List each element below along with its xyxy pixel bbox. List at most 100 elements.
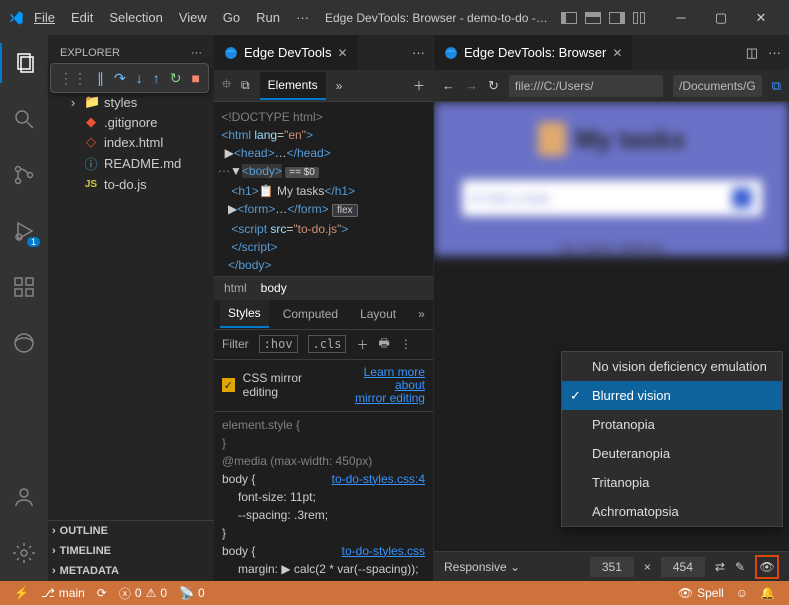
editor-more-icon[interactable]: ··· [412,45,425,60]
browser-devtools-icon[interactable]: ⧉ [772,78,781,94]
status-ports[interactable]: 📡0 [173,586,211,600]
viewport-height-input[interactable] [661,557,705,577]
menu-more[interactable]: ··· [290,6,315,29]
section-timeline[interactable]: ›TIMELINE [48,541,214,561]
styles-filter-label[interactable]: Filter [222,337,249,351]
activity-account[interactable] [0,477,48,517]
debug-step-out-icon[interactable]: ↑ [153,70,160,86]
debug-step-into-icon[interactable]: ↓ [136,70,143,86]
vision-option-achromatopsia[interactable]: Achromatopsia [562,497,782,526]
editor-more-icon[interactable]: ··· [768,45,781,61]
vision-deficiency-button[interactable]: 👁 [755,555,779,579]
minimize-button[interactable]: ─ [661,0,701,35]
styles-tab-layout[interactable]: Layout [352,301,404,327]
device-icon[interactable]: ⧉ [241,78,250,93]
elements-tree[interactable]: <!DOCTYPE html> <html lang="en"> ▶<head>… [214,102,433,276]
section-metadata[interactable]: ›METADATA [48,561,214,581]
activity-settings[interactable] [0,533,48,573]
activity-explorer[interactable] [0,43,48,83]
styles-hov[interactable]: :hov [259,335,298,353]
maximize-button[interactable]: ▢ [701,0,741,35]
status-remote[interactable]: ⚡ [8,586,35,600]
status-sync[interactable]: ⟳ [91,586,113,600]
devtools-more-tabs-icon[interactable]: » [336,79,343,93]
devtools-tab-elements[interactable]: Elements [260,72,326,100]
close-button[interactable]: ✕ [741,0,781,35]
edit-icon[interactable]: ✎ [735,560,745,574]
radio-icon: 📡 [179,586,194,600]
browser-reload-icon[interactable]: ↻ [488,78,499,94]
devtools-add-icon[interactable]: ＋ [413,77,425,94]
styles-tab-computed[interactable]: Computed [275,301,346,327]
mirror-learn-link[interactable]: Learn more about [364,365,425,392]
styles-tab-styles[interactable]: Styles [220,300,269,328]
layout-grid-icon[interactable] [633,12,649,24]
status-spell[interactable]: 👁Spell [672,586,730,600]
debug-stop-icon[interactable]: ■ [191,70,199,86]
activity-source-control[interactable] [0,155,48,195]
debug-grip-icon[interactable]: ⋮⋮ [59,70,87,87]
debug-restart-icon[interactable]: ↻ [170,70,182,87]
styles-more-icon[interactable]: ⋮ [400,337,412,351]
tab-edge-devtools[interactable]: Edge DevTools ✕ [214,35,359,70]
vision-option-protanopia[interactable]: Protanopia [562,410,782,439]
debug-step-over-icon[interactable]: ↷ [114,70,126,87]
browser-back-icon[interactable]: ← [442,78,455,93]
status-feedback[interactable]: ☺ [730,586,754,600]
mirror-checkbox[interactable]: ✓ [222,378,235,392]
responsive-dropdown[interactable]: Responsive ⌄ [444,560,520,574]
status-branch[interactable]: ⎇main [35,586,91,600]
inspect-icon[interactable]: ⯐ [222,75,231,96]
preview-submit-icon[interactable] [732,188,752,208]
tab-close-icon[interactable]: ✕ [612,46,622,60]
split-editor-icon[interactable]: ◫ [746,45,758,61]
preview-input[interactable]: + Add a task [462,180,762,216]
file-row-index[interactable]: ◇index.html [48,132,214,152]
debug-pause-icon[interactable]: ∥ [97,70,104,87]
menu-file[interactable]: File [28,6,61,29]
menu-selection[interactable]: Selection [103,6,168,29]
vision-option-tritanopia[interactable]: Tritanopia [562,468,782,497]
vision-option-deuteranopia[interactable]: Deuteranopia [562,439,782,468]
styles-print-icon[interactable]: 🖶 [379,334,390,355]
status-bell[interactable]: 🔔 [754,586,781,600]
rotate-icon[interactable]: ⇄ [715,560,725,574]
status-problems[interactable]: ⓧ0 ⚠0 [113,585,173,602]
layout-bottom-icon[interactable] [585,12,601,24]
mirror-editing-row: ✓ CSS mirror editing Learn more aboutmir… [214,360,433,412]
activity-extensions[interactable] [0,267,48,307]
activity-search[interactable] [0,99,48,139]
crumb-body[interactable]: body [261,281,287,295]
styles-more-icon[interactable]: » [410,301,433,327]
tab-edge-browser[interactable]: Edge DevTools: Browser ✕ [434,35,633,70]
preview-heading: My tasks [538,122,686,156]
file-row-readme[interactable]: ⓘREADME.md [48,152,214,175]
edge-icon [444,46,458,60]
explorer-more-icon[interactable]: ··· [191,47,202,59]
activity-run-debug[interactable]: 1 [0,211,48,251]
section-outline[interactable]: ›OUTLINE [48,521,214,541]
menu-run[interactable]: Run [250,6,286,29]
activity-edge-tools[interactable] [0,323,48,363]
mirror-learn-link2[interactable]: mirror editing [355,391,425,405]
vision-option-none[interactable]: No vision deficiency emulation [562,352,782,381]
menu-edit[interactable]: Edit [65,6,99,29]
menu-go[interactable]: Go [217,6,246,29]
styles-body[interactable]: element.style { } @media (max-width: 450… [214,412,433,582]
file-row-gitignore[interactable]: ◆.gitignore [48,112,214,132]
browser-forward-icon[interactable]: → [465,78,478,93]
url-input-right[interactable]: /Documents/G [673,75,762,97]
file-row-todojs[interactable]: JSto-do.js [48,175,214,194]
url-input[interactable]: file:///C:/Users/ [509,75,663,97]
layout-right-icon[interactable] [609,12,625,24]
viewport-width-input[interactable] [590,557,634,577]
tab-close-icon[interactable]: ✕ [337,46,347,60]
menu-view[interactable]: View [173,6,213,29]
crumb-html[interactable]: html [224,281,247,295]
vision-option-blurred[interactable]: ✓Blurred vision [562,381,782,410]
styles-add-rule-icon[interactable]: ＋ [356,336,368,353]
layout-left-icon[interactable] [561,12,577,24]
file-row-styles[interactable]: ›📁styles [48,92,214,112]
styles-cls[interactable]: .cls [308,335,347,353]
debug-toolbar[interactable]: ⋮⋮ ∥ ↷ ↓ ↑ ↻ ■ [50,63,209,93]
